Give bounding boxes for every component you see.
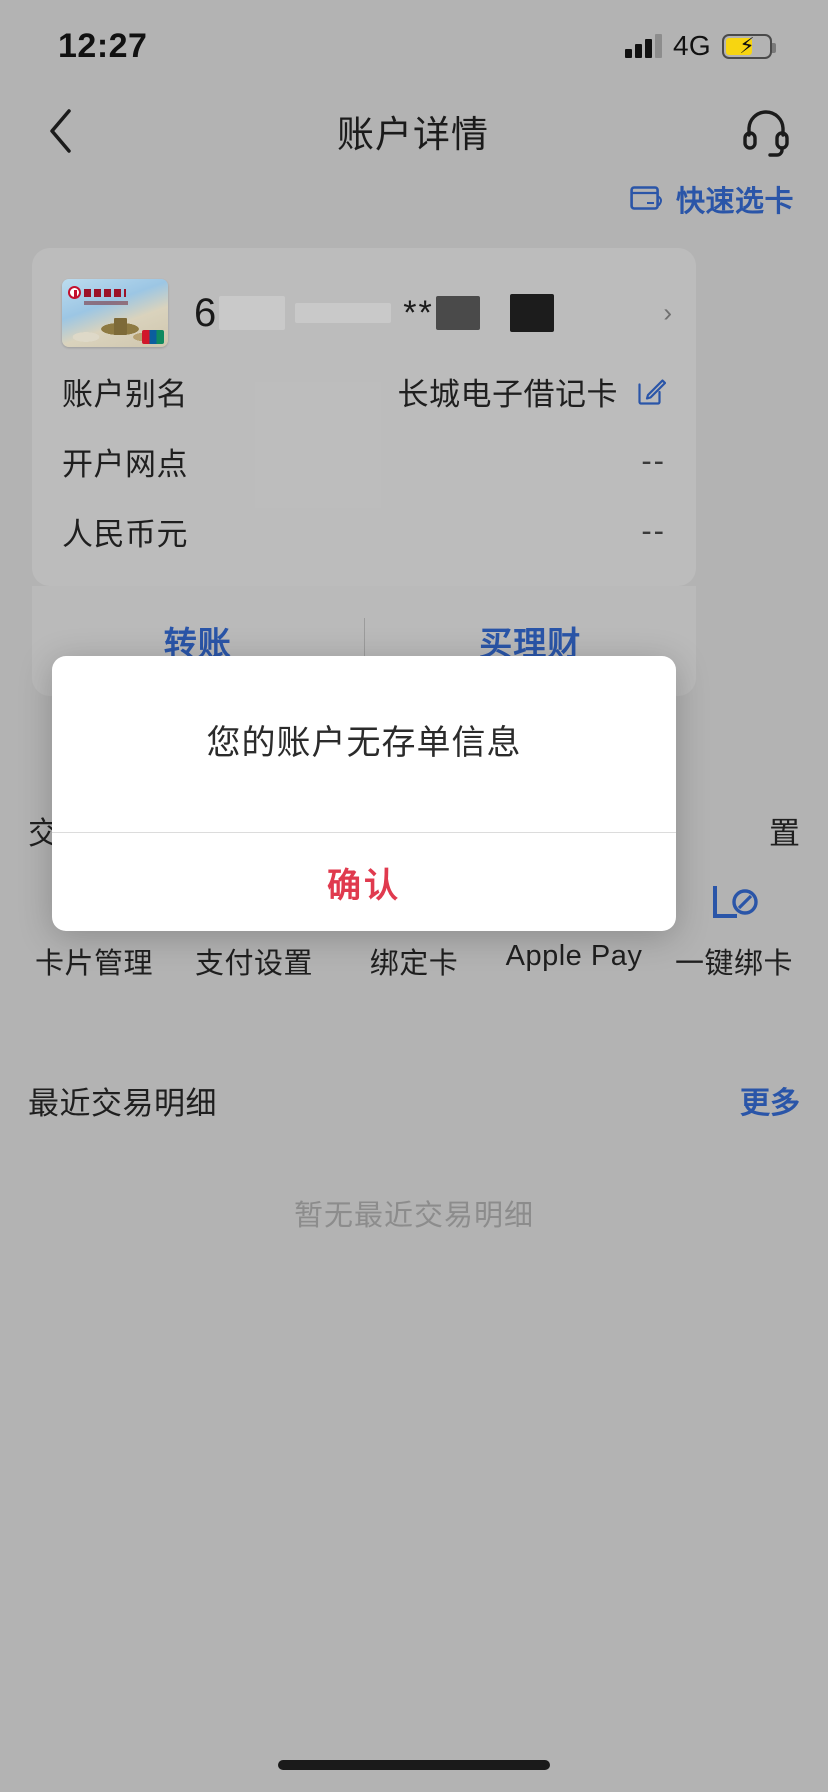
alert-dialog-body: 您的账户无存单信息 (52, 656, 676, 832)
one-click-bind-icon (703, 876, 765, 926)
card-swipe-icon (630, 186, 662, 210)
card-number-mask: ** (403, 293, 434, 332)
redaction-block (435, 296, 480, 330)
status-time: 12:27 (58, 26, 148, 65)
account-card-panel: 6 ** › 账户别名 长城电子借记卡 开户网点 -- 人民币元 -- (32, 248, 696, 586)
quick-action-label: 支付设置 (194, 948, 313, 980)
info-value: -- (641, 513, 666, 548)
quick-action-label: 卡片管理 (34, 948, 153, 980)
info-row-opening-branch: 开户网点 -- (62, 430, 666, 492)
chevron-right-icon[interactable]: › (663, 298, 672, 329)
network-type-label: 4G (673, 30, 711, 61)
phone-screen: 12:27 4G ⚡ 账户详情 快速选卡 6 ** › 账户别名 长城电子借记卡… (0, 0, 828, 1792)
info-label: 账户别名 (62, 376, 188, 412)
status-indicators: 4G ⚡ (625, 30, 776, 62)
recent-transactions-header: 最近交易明细 更多 (0, 1072, 828, 1128)
alert-dialog: 您的账户无存单信息 确认 (52, 656, 676, 931)
recent-transactions-title: 最近交易明细 (28, 1085, 217, 1121)
back-button[interactable] (32, 103, 88, 159)
info-row-account-alias[interactable]: 账户别名 长城电子借记卡 (62, 360, 666, 422)
quick-action-one-click-bind[interactable]: 一键绑卡 (654, 876, 814, 982)
card-number-prefix: 6 (194, 290, 218, 335)
redaction-block (295, 303, 392, 323)
quick-card-select-button[interactable]: 快速选卡 (630, 178, 794, 220)
info-value: 长城电子借记卡 (397, 376, 618, 412)
navigation-bar: 账户详情 (0, 92, 828, 170)
info-label: 人民币元 (62, 516, 188, 552)
alert-dialog-confirm-button[interactable]: 确认 (52, 833, 676, 931)
chevron-left-icon (50, 109, 71, 153)
battery-charging-icon: ⚡ (722, 33, 776, 59)
status-bar: 12:27 4G ⚡ (0, 0, 828, 92)
alert-dialog-message: 您的账户无存单信息 (206, 724, 522, 763)
card-header-row[interactable]: 6 ** › (62, 274, 672, 352)
quick-action-label: 一键绑卡 (674, 948, 793, 980)
recent-transactions-empty-text: 暂无最近交易明细 (293, 1200, 534, 1232)
quick-card-select-label: 快速选卡 (675, 186, 794, 218)
info-value: -- (641, 443, 666, 478)
alert-dialog-confirm-label: 确认 (327, 866, 401, 905)
redaction-block (509, 294, 554, 332)
quick-action-label: Apple Pay (505, 940, 643, 972)
quick-action-label: 绑定卡 (369, 948, 459, 980)
edit-pencil-icon[interactable] (636, 376, 666, 406)
headset-icon (743, 110, 789, 157)
home-indicator[interactable] (278, 1760, 550, 1770)
page-title: 账户详情 (337, 114, 489, 155)
redaction-block (219, 296, 286, 330)
info-row-currency-rmb: 人民币元 -- (62, 500, 666, 562)
recent-transactions-more-link[interactable]: 更多 (740, 1078, 800, 1122)
account-settings-link[interactable]: 置 (769, 808, 800, 853)
info-label: 开户网点 (62, 446, 188, 482)
customer-support-button[interactable] (738, 103, 794, 159)
card-number-row: 6 ** › (194, 290, 672, 336)
signal-bars-icon (625, 34, 663, 58)
bank-card-thumbnail-icon (62, 279, 168, 347)
